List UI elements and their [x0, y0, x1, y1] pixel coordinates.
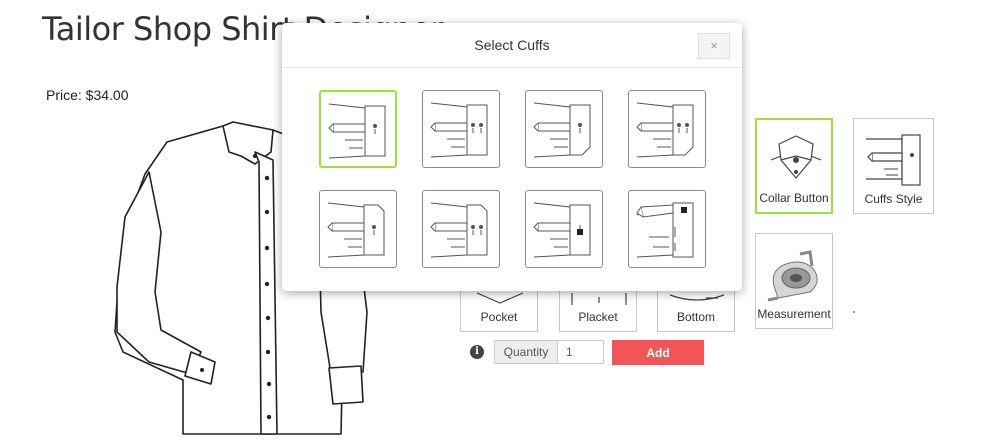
option-label: Bottom — [676, 310, 715, 324]
cuff-option-1[interactable] — [319, 90, 397, 168]
cuff-option-8[interactable] — [628, 190, 706, 268]
cuff-option-7[interactable] — [525, 190, 603, 268]
option-label: Collar Button — [759, 191, 829, 205]
info-icon[interactable]: i — [470, 345, 484, 359]
cuff-style-3-icon — [533, 102, 591, 158]
select-cuffs-modal: Select Cuffs × — [282, 23, 742, 291]
price-label: Price: $34.00 — [46, 87, 129, 103]
cuff-option-4[interactable] — [628, 90, 706, 168]
stray-dot — [853, 311, 855, 313]
option-collar-button[interactable]: Collar Button — [755, 118, 833, 214]
cuff-style-4-icon — [636, 102, 694, 158]
cuff-option-5[interactable] — [319, 190, 397, 268]
option-label: Placket — [578, 310, 618, 324]
cuff-style-7-icon — [533, 202, 591, 258]
collar-button-icon — [770, 135, 822, 179]
add-button[interactable]: Add — [612, 340, 704, 365]
cuff-style-8-icon — [636, 202, 694, 258]
modal-header: Select Cuffs × — [282, 23, 742, 68]
option-label: Pocket — [480, 310, 518, 324]
cuff-style-5-icon — [327, 202, 385, 258]
cuffs-style-icon — [866, 134, 921, 186]
option-measurement[interactable]: Measurement — [755, 233, 833, 329]
cuff-option-6[interactable] — [422, 190, 500, 268]
option-cuffs-style[interactable]: Cuffs Style — [853, 118, 934, 214]
option-label: Cuffs Style — [864, 192, 923, 206]
close-icon[interactable]: × — [698, 33, 730, 59]
modal-title: Select Cuffs — [474, 37, 550, 53]
quantity-label: Quantity — [494, 340, 558, 364]
cuff-style-6-icon — [430, 202, 488, 258]
cuff-style-1-icon — [328, 103, 386, 159]
measuring-tape-icon — [767, 250, 818, 302]
option-label: Measurement — [757, 307, 831, 321]
cuff-option-3[interactable] — [525, 90, 603, 168]
cuff-option-2[interactable] — [422, 90, 500, 168]
quantity-input[interactable] — [557, 340, 604, 364]
cuff-style-2-icon — [430, 102, 488, 158]
